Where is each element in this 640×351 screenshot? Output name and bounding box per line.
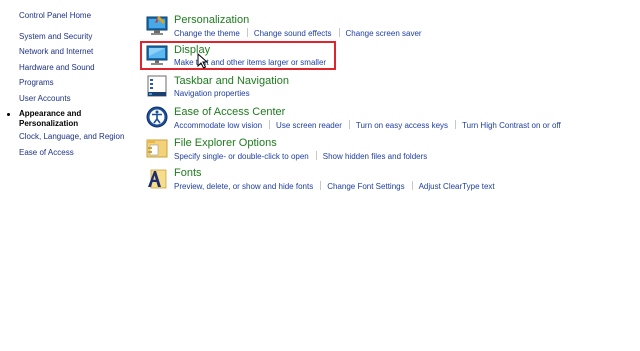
- separator: [338, 28, 340, 37]
- preview-delete-fonts-link[interactable]: Preview, delete, or show and hide fonts: [174, 182, 313, 191]
- accommodate-low-vision-link[interactable]: Accommodate low vision: [174, 121, 262, 130]
- change-font-settings-link[interactable]: Change Font Settings: [327, 182, 404, 191]
- taskbar-links: Navigation properties: [174, 89, 250, 98]
- sidebar-item-label-line2: Personalization: [19, 119, 79, 128]
- taskbar-and-navigation-title-link[interactable]: Taskbar and Navigation: [174, 75, 289, 87]
- control-panel-home-link[interactable]: Control Panel Home: [19, 11, 91, 20]
- separator: [411, 181, 413, 190]
- separator: [246, 28, 248, 37]
- separator: [455, 120, 457, 129]
- show-hidden-files-link[interactable]: Show hidden files and folders: [323, 152, 428, 161]
- sidebar-item-network-and-internet[interactable]: Network and Internet: [19, 47, 93, 56]
- taskbar-icon: [147, 75, 167, 97]
- fonts-links: Preview, delete, or show and hide fonts C…: [174, 181, 495, 191]
- selected-bullet: [7, 113, 10, 116]
- ease-of-access-icon: [146, 106, 168, 128]
- separator: [348, 120, 350, 129]
- mouse-pointer-icon: [197, 53, 209, 69]
- navigation-properties-link[interactable]: Navigation properties: [174, 89, 250, 98]
- high-contrast-link[interactable]: Turn High Contrast on or off: [462, 121, 561, 130]
- fonts-title-link[interactable]: Fonts: [174, 167, 202, 179]
- sidebar-item-system-and-security[interactable]: System and Security: [19, 32, 92, 41]
- separator: [315, 151, 317, 160]
- use-screen-reader-link[interactable]: Use screen reader: [276, 121, 342, 130]
- change-theme-link[interactable]: Change the theme: [174, 29, 240, 38]
- ease-of-access-center-title-link[interactable]: Ease of Access Center: [174, 106, 285, 118]
- change-sound-effects-link[interactable]: Change sound effects: [254, 29, 332, 38]
- sidebar-item-clock-language-region[interactable]: Clock, Language, and Region: [19, 132, 124, 141]
- separator: [269, 120, 271, 129]
- separator: [320, 181, 322, 190]
- easy-access-keys-link[interactable]: Turn on easy access keys: [356, 121, 448, 130]
- adjust-cleartype-link[interactable]: Adjust ClearType text: [419, 182, 495, 191]
- sidebar-item-hardware-and-sound[interactable]: Hardware and Sound: [19, 63, 95, 72]
- personalization-icon: [146, 16, 168, 35]
- sidebar-item-appearance-and-personalization[interactable]: Appearance and Personalization: [7, 109, 82, 129]
- display-highlight-box: [140, 41, 336, 70]
- sidebar-item-user-accounts[interactable]: User Accounts: [19, 94, 71, 103]
- personalization-links: Change the theme Change sound effects Chan…: [174, 28, 422, 38]
- fonts-icon: [148, 169, 167, 189]
- file-explorer-options-title-link[interactable]: File Explorer Options: [174, 137, 277, 149]
- file-explorer-links: Specify single- or double-click to open S…: [174, 151, 427, 161]
- sidebar-item-programs[interactable]: Programs: [19, 78, 54, 87]
- personalization-title-link[interactable]: Personalization: [174, 14, 249, 26]
- change-screen-saver-link[interactable]: Change screen saver: [346, 29, 422, 38]
- sidebar-item-label: Appearance and: [19, 109, 82, 118]
- folder-options-icon: [146, 139, 168, 158]
- ease-of-access-links: Accommodate low vision Use screen reader T…: [174, 120, 561, 130]
- sidebar-item-ease-of-access[interactable]: Ease of Access: [19, 148, 74, 157]
- single-double-click-link[interactable]: Specify single- or double-click to open: [174, 152, 309, 161]
